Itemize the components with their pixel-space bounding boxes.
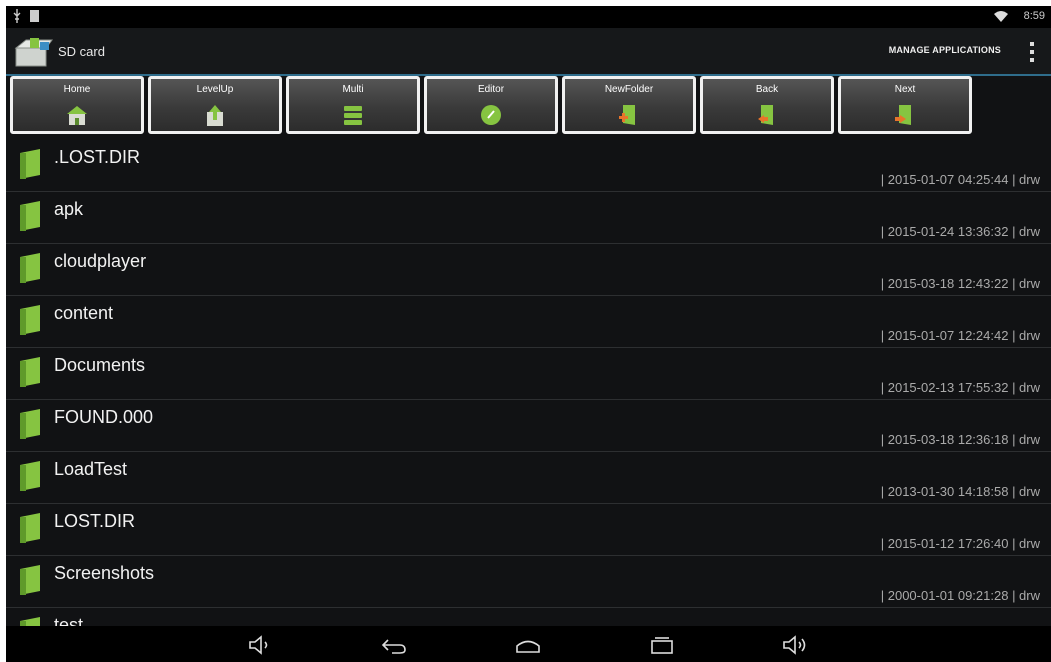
home-button[interactable]: Home xyxy=(10,76,144,134)
list-item[interactable]: LoadTest | 2013-01-30 14:18:58 | drw xyxy=(6,452,1051,504)
list-item[interactable]: apk | 2015-01-24 13:36:32 | drw xyxy=(6,192,1051,244)
file-meta: | 2000-01-01 09:21:28 | drw xyxy=(880,588,1040,603)
home-nav-icon[interactable] xyxy=(514,634,542,656)
file-meta: | 2013-01-30 14:18:58 | drw xyxy=(880,484,1040,499)
file-meta: | 2015-03-18 12:43:22 | drw xyxy=(880,276,1040,291)
overflow-menu-icon[interactable] xyxy=(1029,41,1035,63)
list-item[interactable]: LOST.DIR | 2015-01-12 17:26:40 | drw xyxy=(6,504,1051,556)
file-name: apk xyxy=(54,199,84,219)
file-meta: | 2015-01-12 17:26:40 | drw xyxy=(880,536,1040,551)
list-item[interactable]: Screenshots | 2000-01-01 09:21:28 | drw xyxy=(6,556,1051,608)
file-meta: | 2015-01-07 12:24:42 | drw xyxy=(880,328,1040,343)
folder-icon xyxy=(20,305,40,335)
page-title: SD card xyxy=(58,44,105,59)
back-icon xyxy=(758,105,773,125)
toolbar-label: Editor xyxy=(477,84,505,95)
list-item[interactable]: Documents | 2015-02-13 17:55:32 | drw xyxy=(6,348,1051,400)
folder-icon xyxy=(20,565,40,595)
back-button[interactable]: Back xyxy=(700,76,834,134)
file-meta: | 2015-02-13 17:55:32 | drw xyxy=(880,380,1040,395)
level-up-icon xyxy=(207,105,223,126)
folder-icon xyxy=(20,253,40,283)
editor-button[interactable]: Editor xyxy=(424,76,558,134)
next-button[interactable]: Next xyxy=(838,76,972,134)
toolbar-label: Multi xyxy=(342,84,364,95)
new-folder-button[interactable]: NewFolder xyxy=(562,76,696,134)
file-name: content xyxy=(54,303,114,323)
folder-icon xyxy=(20,149,40,179)
next-icon xyxy=(895,105,911,125)
file-name: Documents xyxy=(54,355,146,375)
package-icon[interactable] xyxy=(12,36,54,68)
file-name: LoadTest xyxy=(54,459,128,479)
file-name: FOUND.000 xyxy=(54,407,154,427)
folder-icon xyxy=(20,201,40,231)
list-item[interactable]: .LOST.DIR | 2015-01-07 04:25:44 | drw xyxy=(6,140,1051,192)
file-name: Screenshots xyxy=(54,563,155,583)
file-name: test xyxy=(54,615,84,626)
toolbar-label: Back xyxy=(755,84,779,95)
multi-button[interactable]: Multi xyxy=(286,76,420,134)
file-name: cloudplayer xyxy=(54,251,147,271)
list-item[interactable]: cloudplayer | 2015-03-18 12:43:22 | drw xyxy=(6,244,1051,296)
folder-icon xyxy=(20,357,40,387)
file-list: .LOST.DIR | 2015-01-07 04:25:44 | drw ap… xyxy=(6,140,1051,626)
file-meta: | 2015-03-18 12:36:18 | drw xyxy=(880,432,1040,447)
toolbar-label: Next xyxy=(894,84,916,95)
toolbar-label: Home xyxy=(63,84,91,95)
toolbar: Home LevelUp Multi Editor NewFolder Back… xyxy=(10,76,980,138)
new-folder-icon xyxy=(619,105,635,125)
folder-icon xyxy=(20,513,40,543)
toolbar-label: NewFolder xyxy=(604,84,654,95)
folder-icon xyxy=(20,617,40,626)
file-meta: | 2015-01-24 13:36:32 | drw xyxy=(880,224,1040,239)
list-item[interactable]: test xyxy=(6,608,1051,626)
multi-select-icon xyxy=(344,106,362,125)
toolbar-label: LevelUp xyxy=(196,84,234,95)
editor-icon xyxy=(481,105,501,125)
home-icon xyxy=(67,106,87,125)
recents-icon[interactable] xyxy=(648,634,676,656)
action-bar: SD card MANAGE APPLICATIONS xyxy=(6,28,1051,76)
file-name: .LOST.DIR xyxy=(54,147,141,167)
file-name: LOST.DIR xyxy=(54,511,136,531)
status-time: 8:59 xyxy=(1023,10,1045,22)
file-meta: | 2015-01-07 04:25:44 | drw xyxy=(880,172,1040,187)
usb-icon xyxy=(13,9,21,23)
navigation-bar xyxy=(6,626,1051,662)
android-screen: 8:59 SD card MANAGE APPLICATIONS Home Le… xyxy=(6,6,1051,662)
manage-applications-button[interactable]: MANAGE APPLICATIONS xyxy=(889,45,1001,55)
notification-icon xyxy=(30,10,39,22)
list-item[interactable]: content | 2015-01-07 12:24:42 | drw xyxy=(6,296,1051,348)
volume-up-icon[interactable] xyxy=(782,634,810,656)
folder-icon xyxy=(20,461,40,491)
status-bar: 8:59 xyxy=(6,6,1051,28)
wifi-icon xyxy=(993,10,1008,22)
folder-icon xyxy=(20,409,40,439)
back-nav-icon[interactable] xyxy=(380,634,408,656)
list-item[interactable]: FOUND.000 | 2015-03-18 12:36:18 | drw xyxy=(6,400,1051,452)
level-up-button[interactable]: LevelUp xyxy=(148,76,282,134)
volume-down-icon[interactable] xyxy=(246,634,274,656)
